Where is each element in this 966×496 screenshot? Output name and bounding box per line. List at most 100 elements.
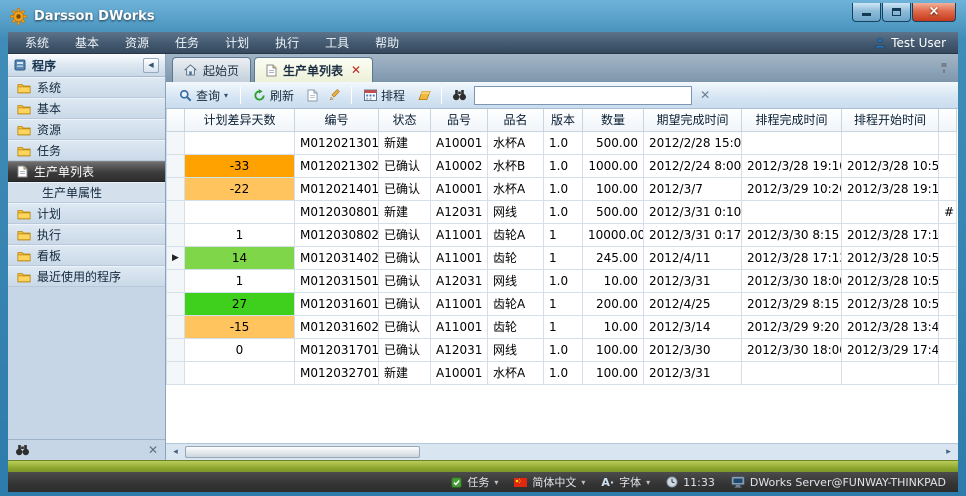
sidebar-item[interactable]: 生产单属性 xyxy=(8,182,165,203)
sidebar-item[interactable]: 生产单列表 xyxy=(8,161,165,182)
column-header[interactable]: 排程完成时间 xyxy=(742,109,842,131)
scroll-right-icon[interactable]: ▸ xyxy=(941,447,956,457)
schedule-button[interactable]: 排程 xyxy=(358,84,411,107)
cell-extra[interactable] xyxy=(939,315,957,338)
menu-item[interactable]: 基本 xyxy=(62,32,112,53)
cell-item_name[interactable]: 齿轮 xyxy=(488,315,544,338)
cell-item_no[interactable]: A11001 xyxy=(431,246,488,269)
cell-expect[interactable]: 2012/3/31 0:10 xyxy=(644,200,742,223)
cell-expect[interactable]: 2012/3/14 xyxy=(644,315,742,338)
find-button[interactable] xyxy=(448,86,471,104)
sidebar-item[interactable]: 资源 xyxy=(8,119,165,140)
table-row[interactable]: ▶14M012031402已确认A11001齿轮1245.002012/4/11… xyxy=(167,246,957,269)
cell-item_name[interactable]: 水杯A xyxy=(488,177,544,200)
binoculars-icon[interactable] xyxy=(15,444,30,456)
column-header[interactable]: 品号 xyxy=(431,109,488,131)
sidebar-item[interactable]: 任务 xyxy=(8,140,165,161)
edit-button[interactable] xyxy=(325,86,345,104)
cell-code[interactable]: M012021301 xyxy=(295,131,379,154)
tab-close-icon[interactable]: ✕ xyxy=(351,63,361,77)
cell-expect[interactable]: 2012/3/31 xyxy=(644,361,742,384)
cell-sched_end[interactable]: 2012/3/30 8:15 xyxy=(742,223,842,246)
column-header[interactable]: 版本 xyxy=(544,109,583,131)
menu-item[interactable]: 工具 xyxy=(312,32,362,53)
refresh-button[interactable]: 刷新 xyxy=(247,84,300,107)
cell-item_no[interactable]: A10002 xyxy=(431,154,488,177)
column-header[interactable] xyxy=(939,109,957,131)
cell-extra[interactable] xyxy=(939,131,957,154)
cell-item_no[interactable]: A11001 xyxy=(431,223,488,246)
cell-code[interactable]: M012031601 xyxy=(295,292,379,315)
cell-extra[interactable] xyxy=(939,269,957,292)
table-row[interactable]: 0M012031701已确认A12031网线1.0100.002012/3/30… xyxy=(167,338,957,361)
cell-item_no[interactable]: A12031 xyxy=(431,269,488,292)
cell-sched_start[interactable]: 2012/3/28 10:52 xyxy=(842,269,939,292)
cell-status[interactable]: 已确认 xyxy=(379,338,431,361)
cell-sched_start[interactable]: 2012/3/28 10:52 xyxy=(842,292,939,315)
cell-extra[interactable]: # xyxy=(939,200,957,223)
sidebar-search-close-icon[interactable]: ✕ xyxy=(148,443,158,457)
cell-diff[interactable] xyxy=(185,200,295,223)
table-row[interactable]: M012032701新建A10001水杯A1.0100.002012/3/31 xyxy=(167,361,957,384)
sidebar-item[interactable]: 基本 xyxy=(8,98,165,119)
table-row[interactable]: M012030801新建A12031网线1.0500.002012/3/31 0… xyxy=(167,200,957,223)
cell-qty[interactable]: 10000.00 xyxy=(583,223,644,246)
cell-status[interactable]: 已确认 xyxy=(379,315,431,338)
cell-diff[interactable]: 1 xyxy=(185,223,295,246)
sidebar-item[interactable]: 计划 xyxy=(8,203,165,224)
table-row[interactable]: -33M012021302已确认A10002水杯B1.01000.002012/… xyxy=(167,154,957,177)
cell-status[interactable]: 已确认 xyxy=(379,177,431,200)
menu-item[interactable]: 计划 xyxy=(212,32,262,53)
table-row[interactable]: 1M012030802已确认A11001齿轮A110000.002012/3/3… xyxy=(167,223,957,246)
cell-version[interactable]: 1 xyxy=(544,223,583,246)
horizontal-scrollbar[interactable]: ◂ ▸ xyxy=(166,443,958,460)
cell-extra[interactable] xyxy=(939,223,957,246)
cell-sched_start[interactable] xyxy=(842,131,939,154)
cell-sched_end[interactable]: 2012/3/28 17:13 xyxy=(742,246,842,269)
cell-expect[interactable]: 2012/4/11 xyxy=(644,246,742,269)
cell-qty[interactable]: 100.00 xyxy=(583,361,644,384)
sidebar-collapse-button[interactable]: ◀ xyxy=(143,58,159,73)
cell-qty[interactable]: 10.00 xyxy=(583,315,644,338)
pin-icon[interactable] xyxy=(938,62,950,74)
cell-extra[interactable] xyxy=(939,338,957,361)
cell-sched_start[interactable]: 2012/3/28 17:13 xyxy=(842,223,939,246)
cell-expect[interactable]: 2012/3/30 xyxy=(644,338,742,361)
maximize-button[interactable] xyxy=(882,3,911,22)
cell-extra[interactable] xyxy=(939,246,957,269)
sidebar-item[interactable]: 看板 xyxy=(8,245,165,266)
query-button[interactable]: 查询 ▾ xyxy=(173,84,234,107)
cell-diff[interactable]: -22 xyxy=(185,177,295,200)
cell-status[interactable]: 新建 xyxy=(379,361,431,384)
cell-version[interactable]: 1.0 xyxy=(544,269,583,292)
cell-code[interactable]: M012032701 xyxy=(295,361,379,384)
cell-item_no[interactable]: A11001 xyxy=(431,292,488,315)
cell-status[interactable]: 已确认 xyxy=(379,223,431,246)
cell-code[interactable]: M012031602 xyxy=(295,315,379,338)
cell-item_name[interactable]: 水杯A xyxy=(488,361,544,384)
cell-extra[interactable] xyxy=(939,292,957,315)
cell-status[interactable]: 新建 xyxy=(379,200,431,223)
cell-item_name[interactable]: 水杯B xyxy=(488,154,544,177)
cell-sched_end[interactable]: 2012/3/29 8:15 xyxy=(742,292,842,315)
cell-extra[interactable] xyxy=(939,177,957,200)
cell-version[interactable]: 1.0 xyxy=(544,338,583,361)
column-header[interactable]: 期望完成时间 xyxy=(644,109,742,131)
column-header[interactable]: 编号 xyxy=(295,109,379,131)
cell-code[interactable]: M012030802 xyxy=(295,223,379,246)
table-row[interactable]: -22M012021401已确认A10001水杯A1.0100.002012/3… xyxy=(167,177,957,200)
cell-expect[interactable]: 2012/3/31 xyxy=(644,269,742,292)
cell-diff[interactable]: -15 xyxy=(185,315,295,338)
cell-item_name[interactable]: 网线 xyxy=(488,338,544,361)
status-item-clock[interactable]: 11:33 xyxy=(666,476,715,489)
cell-qty[interactable]: 100.00 xyxy=(583,177,644,200)
cell-qty[interactable]: 1000.00 xyxy=(583,154,644,177)
cell-version[interactable]: 1 xyxy=(544,315,583,338)
cell-sched_end[interactable] xyxy=(742,200,842,223)
cell-diff[interactable] xyxy=(185,361,295,384)
cell-expect[interactable]: 2012/3/7 xyxy=(644,177,742,200)
cell-item_no[interactable]: A10001 xyxy=(431,131,488,154)
cell-qty[interactable]: 10.00 xyxy=(583,269,644,292)
cell-status[interactable]: 已确认 xyxy=(379,246,431,269)
sidebar-item[interactable]: 最近使用的程序 xyxy=(8,266,165,287)
